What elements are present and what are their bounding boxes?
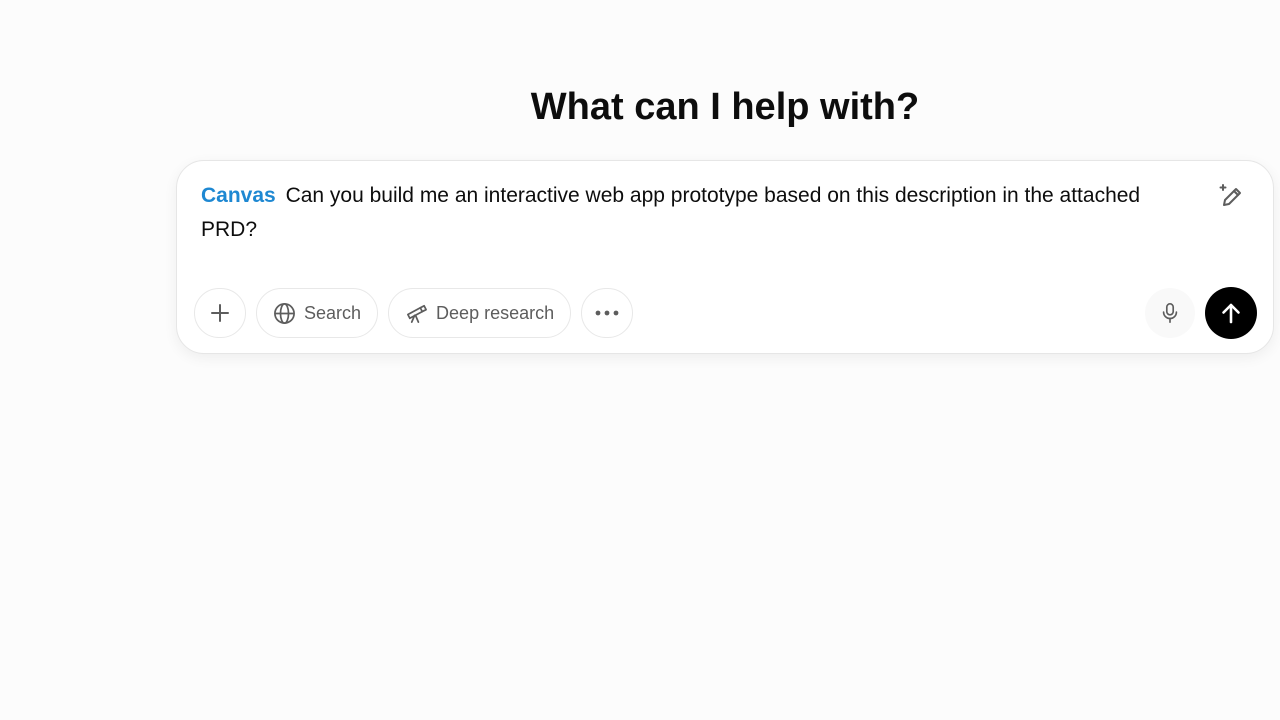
more-tools-button[interactable] — [581, 288, 634, 338]
prompt-text: Can you build me an interactive web app … — [201, 184, 1141, 241]
prompt-composer[interactable]: Canvas Can you build me an interactive w… — [176, 160, 1274, 354]
chat-home: What can I help with? Canvas Can you bui… — [0, 0, 1280, 720]
plus-icon — [211, 304, 229, 322]
heading-container: What can I help with? — [176, 84, 1274, 130]
composer-toolbar: Search Deep research — [194, 288, 634, 338]
deep-research-label: Deep research — [436, 302, 555, 323]
send-button[interactable] — [1205, 287, 1257, 339]
deep-research-button[interactable]: Deep research — [388, 288, 572, 338]
search-button[interactable]: Search — [256, 288, 379, 338]
prompt-input[interactable]: Canvas Can you build me an interactive w… — [201, 179, 1191, 247]
composer-actions — [1145, 287, 1257, 339]
microphone-button[interactable] — [1145, 288, 1195, 338]
telescope-icon — [407, 304, 427, 323]
search-label: Search — [304, 302, 362, 323]
arrow-up-icon — [1222, 303, 1240, 324]
globe-icon — [274, 302, 295, 324]
microphone-icon — [1162, 303, 1178, 323]
ellipsis-icon — [595, 310, 619, 316]
add-button[interactable] — [194, 288, 246, 338]
sparkle-pencil-icon[interactable] — [1215, 179, 1249, 213]
canvas-tag[interactable]: Canvas — [201, 184, 276, 207]
page-title: What can I help with? — [530, 86, 920, 128]
